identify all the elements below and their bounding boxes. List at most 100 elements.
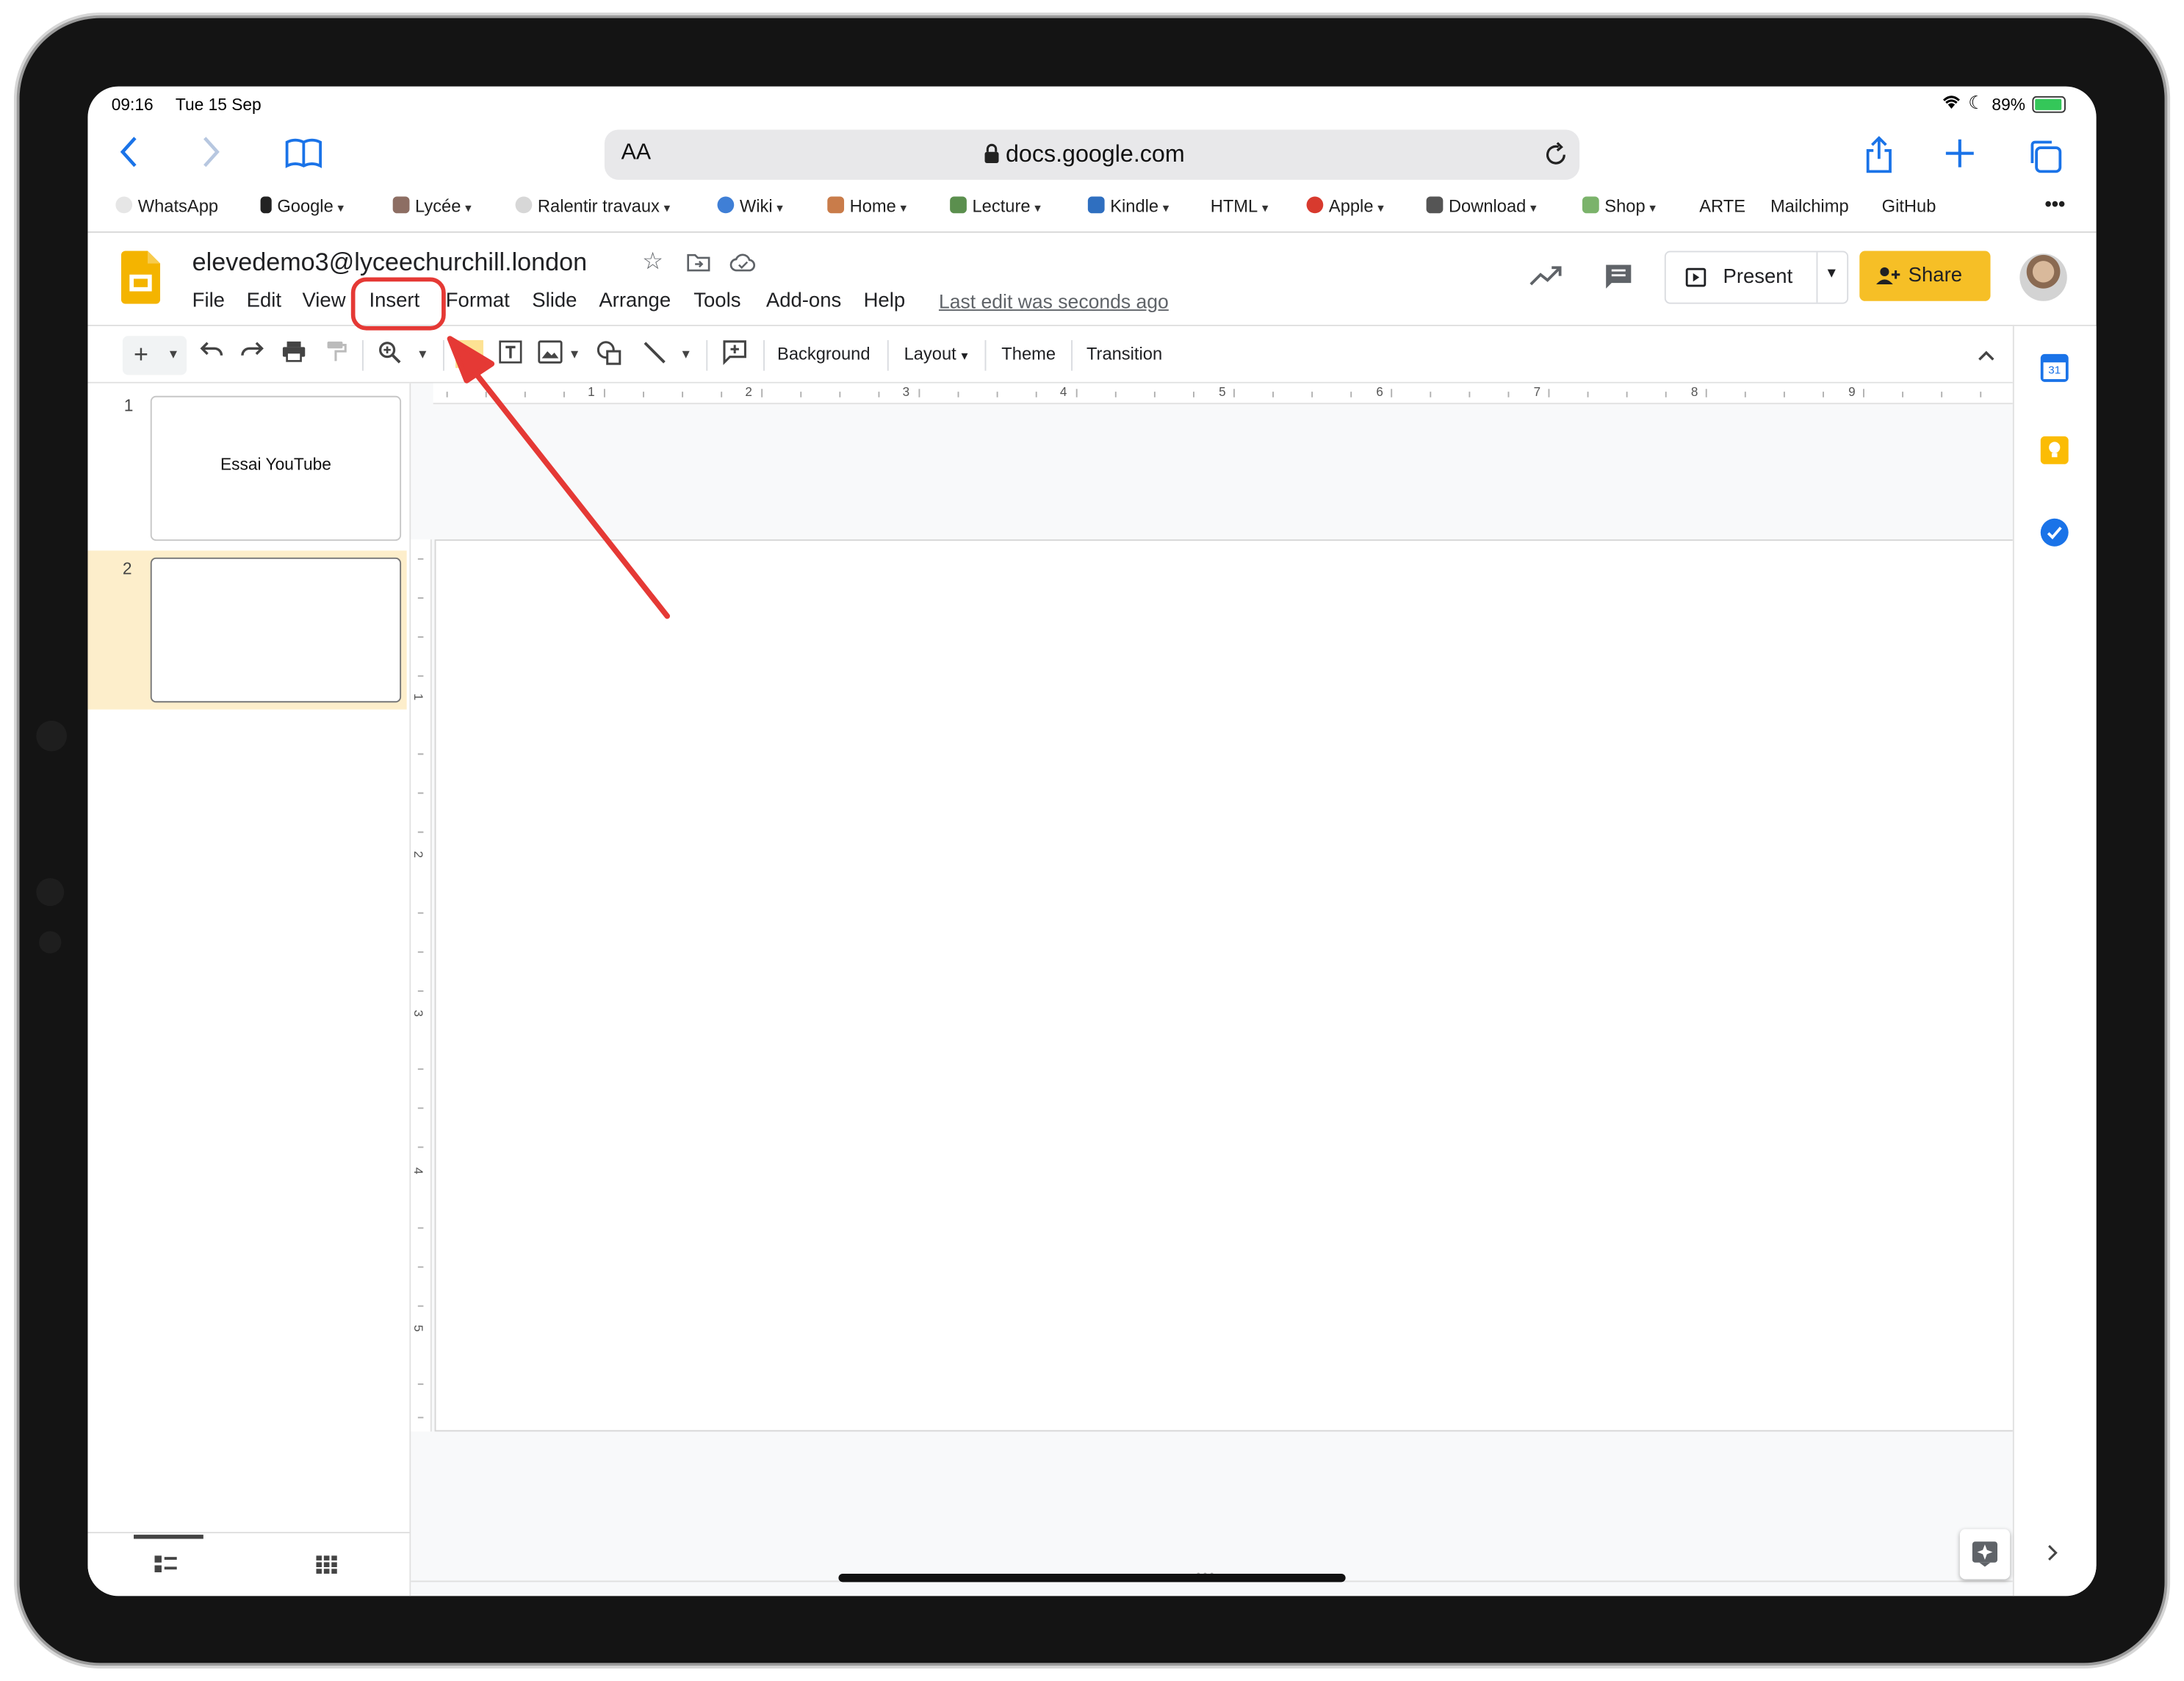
ruler-label: 7 xyxy=(1533,384,1541,399)
bookmark-download[interactable]: Download ▾ xyxy=(1426,196,1537,216)
chevron-down-icon: ▾ xyxy=(776,201,783,215)
undo-icon[interactable] xyxy=(199,340,224,367)
text-size-button[interactable]: AA xyxy=(621,141,651,166)
chevron-down-icon: ▾ xyxy=(900,201,907,215)
bookmark-wiki[interactable]: Wiki ▾ xyxy=(717,196,783,216)
chevron-down-icon[interactable]: ▼ xyxy=(167,347,180,361)
slide-number: 1 xyxy=(123,395,134,416)
insert-comment-icon[interactable] xyxy=(721,339,748,372)
bookmark-kindle[interactable]: Kindle ▾ xyxy=(1087,196,1169,216)
comments-icon[interactable] xyxy=(1603,262,1634,298)
address-bar[interactable]: AA docs.google.com xyxy=(604,129,1580,180)
document-title[interactable]: elevedemo3@lyceechurchill.london xyxy=(192,248,587,278)
new-slide-button[interactable]: + ▼ xyxy=(122,336,187,375)
calendar-day: 31 xyxy=(2043,362,2066,380)
battery-percent: 89% xyxy=(1992,95,2025,115)
menu-add-ons[interactable]: Add-ons xyxy=(766,290,841,312)
theme-button[interactable]: Theme xyxy=(1001,345,1056,364)
chevron-down-icon: ▾ xyxy=(465,201,472,215)
bookmark-github[interactable]: GitHub xyxy=(1882,197,1936,217)
phone-icon xyxy=(260,196,272,214)
ruler-label: 1 xyxy=(411,693,426,701)
move-folder-icon[interactable] xyxy=(687,253,710,278)
chevron-down-icon: ▾ xyxy=(337,201,345,215)
ruler-label: 2 xyxy=(745,384,752,399)
person-add-icon xyxy=(1876,266,1901,292)
camera-dot xyxy=(36,720,68,752)
background-button[interactable]: Background xyxy=(777,345,871,364)
present-label: Present xyxy=(1723,266,1793,289)
share-button[interactable]: Share xyxy=(1859,251,1991,301)
menu-arrange[interactable]: Arrange xyxy=(599,290,671,312)
bookmark-arte[interactable]: ARTE xyxy=(1699,197,1745,217)
bookmark-whatsapp[interactable]: WhatsApp xyxy=(115,196,218,216)
paint-format-icon[interactable] xyxy=(325,340,347,370)
back-icon[interactable] xyxy=(118,135,138,174)
explore-button[interactable] xyxy=(1959,1529,2011,1580)
transition-button[interactable]: Transition xyxy=(1086,345,1162,364)
avatar[interactable] xyxy=(2019,253,2067,301)
bookmark-html[interactable]: HTML ▾ xyxy=(1211,197,1269,217)
forward-icon[interactable] xyxy=(202,135,222,174)
reload-icon[interactable] xyxy=(1543,142,1568,175)
menu-format[interactable]: Format xyxy=(446,290,510,312)
bookmark-lecture[interactable]: Lecture ▾ xyxy=(950,196,1041,216)
slides-logo-icon[interactable] xyxy=(120,251,161,311)
star-icon[interactable]: ☆ xyxy=(642,248,663,276)
bookmark-shop[interactable]: Shop ▾ xyxy=(1582,196,1656,216)
keep-icon[interactable] xyxy=(2040,436,2069,464)
bookmarks-book-icon[interactable] xyxy=(284,138,323,176)
side-dot xyxy=(39,931,62,954)
share-label: Share xyxy=(1908,264,1963,287)
tabs-overview-icon[interactable] xyxy=(2027,138,2063,181)
share-sheet-icon[interactable] xyxy=(1864,135,1895,181)
redo-icon[interactable] xyxy=(239,340,264,367)
collapse-toolbar-icon[interactable] xyxy=(1978,343,1994,368)
present-options-caret-icon[interactable]: ▼ xyxy=(1825,266,1839,281)
ruler-label: 3 xyxy=(902,384,910,399)
bookmark-google[interactable]: Google ▾ xyxy=(260,196,345,216)
menu-edit[interactable]: Edit xyxy=(247,290,281,312)
chevron-down-icon: ▼ xyxy=(959,350,970,363)
bookmark-home[interactable]: Home ▾ xyxy=(827,196,907,216)
chevron-down-icon: ▾ xyxy=(1377,201,1384,215)
menu-tools[interactable]: Tools xyxy=(693,290,740,312)
more-bookmarks-button[interactable]: ••• xyxy=(2044,192,2065,215)
last-edit-link[interactable]: Last edit was seconds ago xyxy=(939,290,1169,312)
slide-thumbnail[interactable] xyxy=(150,557,402,703)
menu-view[interactable]: View xyxy=(302,290,345,312)
ruler-label: 3 xyxy=(411,1009,426,1018)
present-button[interactable]: Present ▼ xyxy=(1664,251,1849,304)
expand-side-panel-icon[interactable] xyxy=(2046,1543,2058,1569)
wifi-icon xyxy=(1940,93,1962,114)
bookmark-apple[interactable]: Apple ▾ xyxy=(1306,196,1384,216)
bookmark-ralentir-travaux[interactable]: Ralentir travaux ▾ xyxy=(515,196,670,216)
bookmark-lycee[interactable]: Lycée ▾ xyxy=(392,196,472,216)
slide-thumbnail[interactable]: Essai YouTube xyxy=(150,395,402,541)
present-icon xyxy=(1685,267,1707,294)
filmstrip-view-icon[interactable] xyxy=(154,1555,177,1580)
activity-trend-icon[interactable] xyxy=(1529,264,1563,294)
grid-view-icon[interactable] xyxy=(316,1555,337,1580)
status-time: 09:16 xyxy=(111,95,154,115)
menu-slide[interactable]: Slide xyxy=(532,290,577,312)
new-tab-icon[interactable] xyxy=(1945,138,1975,176)
ruler-label: 5 xyxy=(1219,384,1226,399)
calendar-icon[interactable]: 31 xyxy=(2040,353,2069,382)
slide-canvas[interactable] xyxy=(434,539,2016,1432)
ruler-label: 2 xyxy=(411,851,426,858)
tasks-icon[interactable] xyxy=(2040,518,2069,547)
print-icon[interactable] xyxy=(281,340,306,370)
chevron-down-icon: ▾ xyxy=(1649,201,1656,215)
layout-button[interactable]: Layout ▼ xyxy=(904,345,970,364)
zoom-icon[interactable] xyxy=(378,340,403,371)
bookmark-mailchimp[interactable]: Mailchimp xyxy=(1770,197,1849,217)
red-arrow xyxy=(447,336,671,619)
chevron-down-icon[interactable]: ▼ xyxy=(417,347,429,361)
divider xyxy=(763,339,765,371)
divider xyxy=(706,339,708,371)
divider xyxy=(1816,252,1818,303)
menu-help[interactable]: Help xyxy=(864,290,906,312)
home-indicator[interactable] xyxy=(838,1573,1346,1583)
menu-file[interactable]: File xyxy=(192,290,225,312)
